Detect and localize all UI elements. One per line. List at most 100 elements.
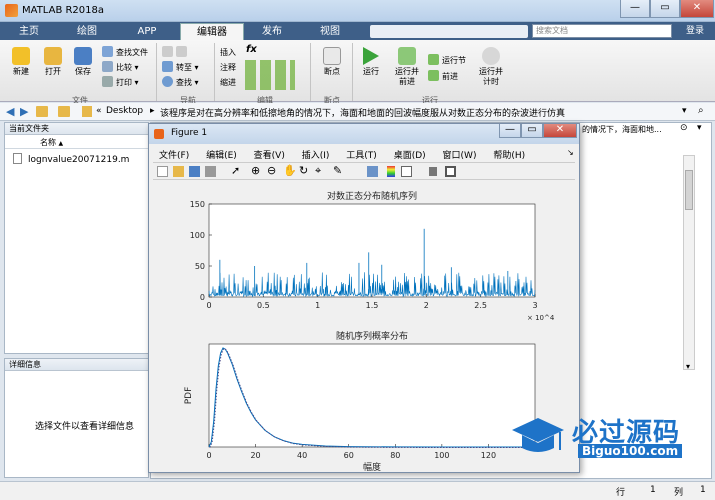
link-plot-icon[interactable] (367, 166, 378, 177)
chart-title: 随机序列概率分布 (336, 330, 408, 342)
path-dropdown-icon[interactable]: ▾ (682, 106, 687, 116)
graduation-cap-icon (512, 418, 564, 452)
print-button[interactable]: 打印 ▾ (102, 76, 139, 90)
menu-view[interactable]: 查看(V) (254, 151, 285, 161)
list-item[interactable]: lognvalue20071219.m (13, 153, 129, 165)
comment-button[interactable]: 注释 (220, 61, 236, 75)
pointer-icon[interactable]: ➚ (231, 164, 240, 177)
insert-button[interactable]: 插入 (220, 46, 236, 60)
tab-home[interactable]: 主页 (8, 23, 50, 40)
run-section-button[interactable]: 运行节 (428, 54, 466, 68)
menu-file[interactable]: 文件(F) (159, 151, 189, 161)
show-tools-icon[interactable] (445, 166, 456, 177)
x-tick-label: 80 (390, 451, 400, 460)
menu-desktop[interactable]: 桌面(D) (394, 151, 426, 161)
pan-icon[interactable]: ✋ (283, 164, 297, 177)
tab-view[interactable]: 视图 (306, 23, 354, 40)
forward-icon[interactable]: ▶ (20, 105, 28, 118)
colorbar-icon[interactable] (387, 166, 395, 177)
back-icon[interactable]: ◀ (6, 105, 14, 118)
brush-icon[interactable]: ✎ (333, 164, 342, 177)
new-figure-icon[interactable] (157, 166, 168, 177)
compare-button[interactable]: 比较 ▾ (102, 61, 139, 75)
y-tick-label: 100 (190, 231, 205, 240)
menu-edit[interactable]: 编辑(E) (206, 151, 237, 161)
login-button[interactable]: 登录 (680, 24, 710, 38)
data-cursor-icon[interactable]: ⌖ (315, 164, 321, 178)
save-button[interactable]: 保存 (68, 47, 98, 77)
editor-close-icon[interactable]: ⊙ (680, 123, 688, 133)
fx-icon[interactable]: fx (246, 44, 257, 55)
column-header-name[interactable]: 名称 ▲ (5, 137, 148, 149)
save-icon (74, 47, 92, 65)
path-separator: ▸ (150, 106, 155, 116)
indent-button[interactable]: 缩进 (220, 76, 236, 90)
watermark-logo: 必过源码 Biguo100.com (508, 410, 698, 462)
new-file-icon (12, 47, 30, 65)
current-folder-title: 当前文件夹 (5, 123, 148, 135)
chart-title: 对数正态分布随机序列 (327, 190, 417, 202)
menu-help[interactable]: 帮助(H) (493, 151, 525, 161)
goto-icon (162, 61, 173, 72)
x-tick-label: 0 (206, 451, 211, 460)
open-file-icon[interactable] (173, 166, 184, 177)
matlab-logo-icon (5, 4, 18, 17)
figure-maximize-button[interactable]: ▭ (521, 124, 543, 138)
status-row-label: 行 (616, 488, 626, 498)
minimize-button[interactable]: — (620, 0, 650, 18)
zoom-out-icon[interactable]: ⊖ (267, 164, 276, 177)
tab-editor[interactable]: 编辑器 (180, 23, 244, 40)
close-button[interactable]: ✕ (680, 0, 714, 18)
run-and-time-button[interactable]: 运行并 计时 (474, 47, 508, 87)
figure-logo-icon (154, 129, 164, 139)
save-figure-icon[interactable] (189, 166, 200, 177)
print-figure-icon[interactable] (205, 166, 216, 177)
tab-publish[interactable]: 发布 (248, 23, 296, 40)
find-button[interactable]: 查找 ▾ (162, 76, 199, 90)
run-section-icon (428, 54, 439, 65)
up-folder-icon[interactable] (36, 106, 48, 117)
y-axis-label: PDF (184, 387, 194, 405)
run-button[interactable]: 运行 (356, 47, 386, 77)
path-rest[interactable]: 该程序是对在高分辨率和低擦地角的情况下，海面和地面的回波幅度服从对数正态分布的杂… (160, 106, 565, 119)
find-files-button[interactable]: 查找文件 (102, 46, 148, 60)
console-collapse-icon[interactable]: ▾ (686, 362, 690, 371)
figure-close-button[interactable]: ✕ (543, 124, 577, 138)
search-icon[interactable]: ⌕ (698, 105, 704, 116)
ribbon-separator (352, 43, 353, 101)
zoom-in-icon[interactable]: ⊕ (251, 164, 260, 177)
x-tick-label: 0.5 (257, 301, 270, 310)
breakpoints-button[interactable]: 断点 (315, 47, 349, 77)
vertical-scrollbar[interactable] (683, 155, 695, 370)
new-button[interactable]: 新建 (6, 47, 36, 77)
goto-button[interactable]: 转至 ▾ (162, 61, 199, 75)
quick-access-toolbar (370, 25, 528, 38)
path-folder[interactable]: Desktop (106, 106, 143, 116)
m-file-icon (13, 153, 22, 164)
x-tick-label: 40 (297, 451, 307, 460)
watermark-url: Biguo100.com (578, 444, 683, 458)
menu-insert[interactable]: 插入(I) (302, 151, 330, 161)
figure-dock-icon[interactable]: ↘ (567, 148, 574, 157)
title-bar: MATLAB R2018a — ▭ ✕ (0, 0, 715, 22)
editor-menu-icon[interactable]: ▾ (697, 123, 702, 133)
legend-icon[interactable] (401, 166, 412, 177)
path-root[interactable]: « (96, 106, 102, 116)
figure-minimize-button[interactable]: — (499, 124, 521, 138)
advance-button[interactable]: 前进 (428, 70, 458, 84)
tab-plots[interactable]: 绘图 (62, 23, 112, 40)
menu-window[interactable]: 窗口(W) (443, 151, 477, 161)
menu-tools[interactable]: 工具(T) (346, 151, 377, 161)
hide-tools-icon[interactable] (429, 167, 437, 176)
current-folder-panel: 当前文件夹 名称 ▲ lognvalue20071219.m (4, 122, 149, 354)
maximize-button[interactable]: ▭ (650, 0, 680, 18)
ribbon-separator (310, 43, 311, 101)
y-tick-label: 150 (190, 200, 205, 209)
search-field[interactable]: 搜索文档 (532, 24, 672, 38)
run-advance-button[interactable]: 运行并 前进 (390, 47, 424, 87)
browse-folder-icon[interactable] (58, 106, 70, 117)
rotate-icon[interactable]: ↻ (299, 164, 308, 177)
tab-apps[interactable]: APP (122, 23, 172, 40)
open-button[interactable]: 打开 (38, 47, 68, 77)
folder-icon (44, 47, 62, 65)
